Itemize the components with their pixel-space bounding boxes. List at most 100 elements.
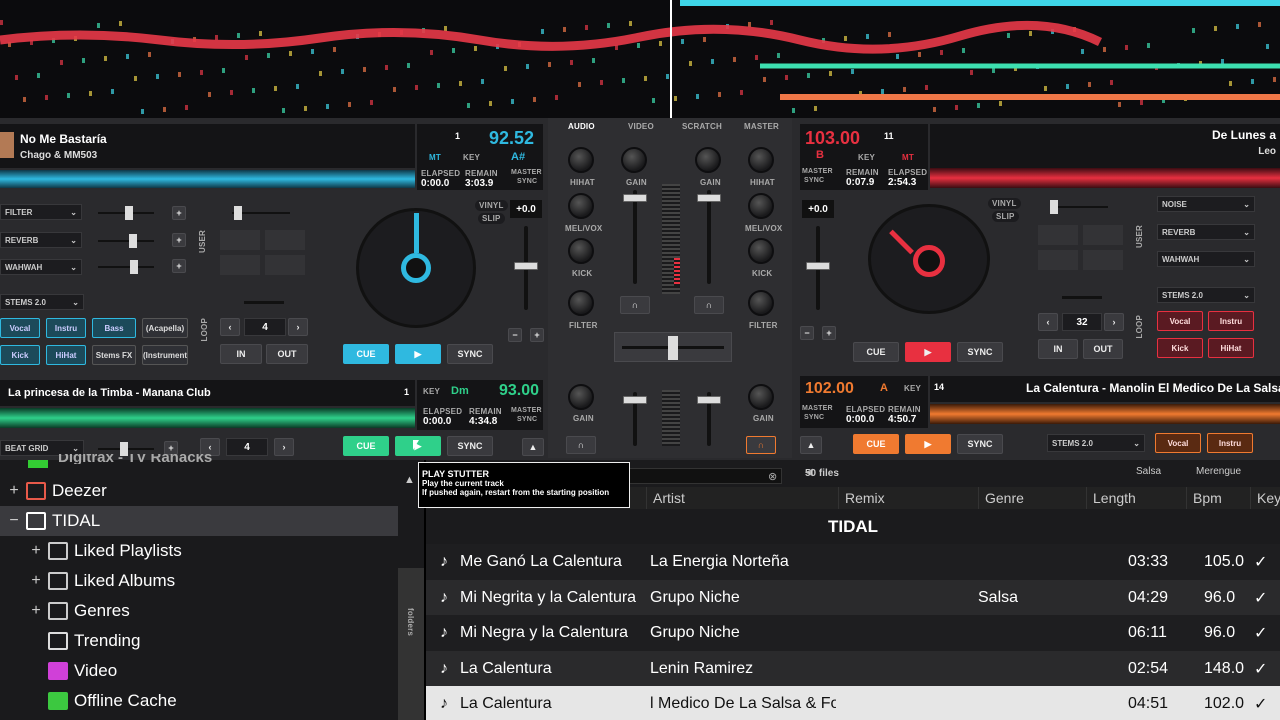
fx-select-r2[interactable]: REVERB ⌄ [1157, 224, 1255, 240]
user-slider-handle[interactable] [234, 206, 242, 220]
table-row[interactable]: ♪ Mi Negrita y la Calentura Grupo Niche Sal… [426, 579, 1280, 616]
fx-slider-3[interactable] [98, 266, 154, 268]
gain-knob-b-right[interactable] [748, 384, 774, 410]
pitch-value[interactable]: +0.0 [510, 200, 542, 218]
volume-fader-cap-left[interactable] [623, 194, 647, 202]
fx-select-2[interactable]: REVERB ⌄ [0, 232, 82, 248]
cue-button-right[interactable]: CUE [853, 342, 899, 362]
fx-slider-3-handle[interactable] [130, 260, 138, 274]
sync-button-b[interactable]: SYNC [447, 436, 493, 456]
stems-select-right[interactable]: STEMS 2.0 ⌄ [1157, 287, 1255, 303]
tree-item-video[interactable]: Video [0, 656, 400, 686]
fx-slider-2[interactable] [98, 240, 154, 242]
tab-scratch[interactable]: SCRATCH [682, 122, 722, 131]
pad-instrument[interactable]: (Instrument [142, 345, 188, 365]
loop-bar[interactable] [244, 301, 284, 304]
sampler-pad-r2[interactable] [1083, 225, 1123, 245]
pad-instru-right[interactable]: Instru [1208, 311, 1254, 331]
loop-bar-right[interactable] [1062, 296, 1102, 299]
pitch-minus[interactable]: − [508, 328, 522, 342]
mt-badge[interactable]: MT [902, 153, 914, 162]
loop-next-button[interactable]: › [288, 318, 308, 336]
sync-label[interactable]: SYNC [517, 416, 537, 423]
vinyl-toggle[interactable]: VINYL [475, 200, 508, 211]
deck3-waveform[interactable] [0, 408, 415, 428]
sync-button-right[interactable]: SYNC [957, 342, 1003, 362]
play-button-left[interactable]: ▶ [395, 344, 441, 364]
pad-kick-right[interactable]: Kick [1157, 338, 1203, 358]
sync-label[interactable]: SYNC [804, 414, 824, 421]
gain-knob-right[interactable] [695, 147, 721, 173]
eq-melvox-knob-right[interactable] [748, 193, 774, 219]
loop-size-right[interactable]: 32 [1062, 313, 1102, 331]
tree-item-offline-cache[interactable]: Offline Cache [0, 686, 400, 716]
table-row[interactable]: ♪ La Calentura Lenin Ramirez 02:54 148.0 ✓ [426, 650, 1280, 687]
pad-vocal-right[interactable]: Vocal [1157, 311, 1203, 331]
eject-button-b[interactable]: ▲ [522, 438, 544, 456]
deck1-bpm[interactable]: 92.52 [489, 128, 534, 149]
expand-toggle-icon[interactable]: + [30, 602, 42, 620]
eject-button-d[interactable]: ▲ [800, 436, 822, 454]
tree-item-tidal[interactable]: − TIDAL [0, 506, 398, 536]
fx-add-1[interactable]: + [172, 206, 186, 220]
jog-wheel-left[interactable] [356, 208, 476, 328]
search-clear-icon[interactable]: ⊗ [768, 470, 777, 483]
fx-slider-1-handle[interactable] [125, 206, 133, 220]
expand-toggle-icon[interactable]: + [30, 572, 42, 590]
mt-badge[interactable]: MT [429, 153, 441, 162]
genre-chip-salsa[interactable]: Salsa [1136, 466, 1161, 477]
loop-prev-button-right[interactable]: ‹ [1038, 313, 1058, 331]
eq-kick-knob-left[interactable] [568, 238, 594, 264]
fx-add-2[interactable]: + [172, 233, 186, 247]
tab-master[interactable]: MASTER [744, 122, 779, 131]
headphone-button-right[interactable]: ∩ [694, 296, 724, 314]
sampler-pad-1[interactable] [220, 230, 260, 250]
fx-select-r3[interactable]: WAHWAH ⌄ [1157, 251, 1255, 267]
tab-video[interactable]: VIDEO [628, 122, 654, 131]
master-label[interactable]: MASTER [802, 168, 833, 175]
pitch-plus[interactable]: + [530, 328, 544, 342]
column-bpm[interactable]: Bpm [1186, 487, 1250, 509]
pad-kick[interactable]: Kick [0, 345, 40, 365]
pad-instru[interactable]: Instru [46, 318, 86, 338]
play-button-right[interactable]: ▶ [905, 342, 951, 362]
master-label[interactable]: MASTER [511, 407, 542, 414]
master-label[interactable]: MASTER [802, 405, 833, 412]
sampler-pad-4[interactable] [265, 255, 305, 275]
loop-in-button[interactable]: IN [220, 344, 262, 364]
loop-prev-button[interactable]: ‹ [220, 318, 240, 336]
check-icon[interactable]: ✓ [1254, 694, 1267, 714]
check-icon[interactable]: ✓ [1254, 623, 1267, 643]
expand-toggle-icon[interactable]: + [8, 482, 20, 500]
slip-toggle-right[interactable]: SLIP [992, 211, 1019, 222]
filter-knob-left[interactable] [568, 290, 594, 316]
user-slider-handle-right[interactable] [1050, 200, 1058, 214]
deck2-waveform[interactable] [930, 168, 1280, 188]
deck4-bpm[interactable]: 102.00 [805, 380, 854, 398]
pad-acapella[interactable]: (Acapella) [142, 318, 188, 338]
sync-button-d[interactable]: SYNC [957, 434, 1003, 454]
deck4-waveform[interactable] [930, 404, 1280, 424]
pad-hihat[interactable]: HiHat [46, 345, 86, 365]
volume-fader-right[interactable] [707, 190, 711, 284]
loop-next-button-right[interactable]: › [1104, 313, 1124, 331]
play-button-d[interactable]: ▶ [905, 434, 951, 454]
pad-instru-d[interactable]: Instru [1207, 433, 1253, 453]
pitch-fader-cap-right[interactable] [806, 262, 830, 270]
headphone-button-b-left[interactable]: ∩ [566, 436, 596, 454]
slip-toggle[interactable]: SLIP [478, 213, 505, 224]
cue-button-b[interactable]: CUE [343, 436, 389, 456]
deck4-key[interactable]: A [880, 382, 888, 394]
pad-vocal[interactable]: Vocal [0, 318, 40, 338]
table-row[interactable]: ♪ La Calentura l Medico De La Salsa & Form… [426, 686, 1280, 720]
gain-knob-left[interactable] [621, 147, 647, 173]
cue-button-left[interactable]: CUE [343, 344, 389, 364]
deck3-key[interactable]: Dm [451, 385, 469, 397]
pitch-value-right[interactable]: +0.0 [802, 200, 834, 218]
genre-chip-merengue[interactable]: Merengue [1196, 466, 1241, 477]
expand-toggle-icon[interactable]: + [30, 542, 42, 560]
sampler-pad-r4[interactable] [1083, 250, 1123, 270]
column-key[interactable]: Key [1250, 487, 1280, 509]
sampler-pad-r1[interactable] [1038, 225, 1078, 245]
check-icon[interactable]: ✓ [1254, 588, 1267, 608]
